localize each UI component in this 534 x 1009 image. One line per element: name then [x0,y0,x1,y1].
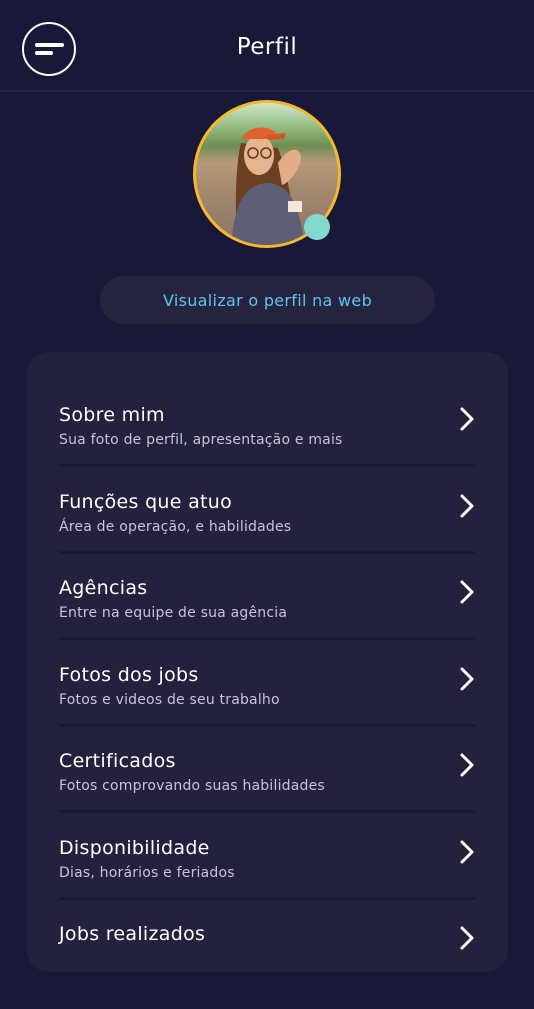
profile-menu-card: Sobre mim Sua foto de perfil, apresentaç… [27,352,508,972]
menu-item-label: Funções que atuo [59,491,233,513]
chevron-right-icon [460,407,474,431]
divider [59,637,475,640]
menu-item-certificados[interactable]: Certificados Fotos comprovando suas habi… [59,750,475,836]
chevron-right-icon [460,494,474,518]
menu-item-funcoes[interactable]: Funções que atuo Área de operação, e hab… [59,491,475,577]
menu-item-disponibilidade[interactable]: Disponibilidade Dias, horários e feriado… [59,837,475,923]
chevron-right-icon [460,753,474,777]
chevron-right-icon [460,926,474,950]
divider [59,724,475,727]
menu-item-label: Fotos dos jobs [59,664,199,686]
menu-item-agencias[interactable]: Agências Entre na equipe de sua agência [59,577,475,663]
view-profile-web-button[interactable]: Visualizar o perfil na web [100,276,435,324]
chevron-right-icon [460,667,474,691]
menu-item-label: Sobre mim [59,404,165,426]
menu-item-description: Fotos e videos de seu trabalho [59,692,280,708]
menu-item-description: Fotos comprovando suas habilidades [59,778,325,794]
menu-item-sobre-mim[interactable]: Sobre mim Sua foto de perfil, apresentaç… [59,404,475,490]
divider [59,551,475,554]
app-header: Perfil [0,0,534,92]
menu-item-jobs-realizados[interactable]: Jobs realizados [59,923,475,1009]
menu-item-description: Dias, horários e feriados [59,865,235,881]
divider [59,897,475,900]
menu-item-label: Jobs realizados [59,923,206,945]
menu-item-label: Agências [59,577,148,599]
chevron-right-icon [460,580,474,604]
divider [59,810,475,813]
menu-item-description: Entre na equipe de sua agência [59,605,288,621]
profile-avatar[interactable] [193,100,341,248]
chevron-right-icon [460,840,474,864]
menu-item-label: Certificados [59,750,176,772]
menu-item-label: Disponibilidade [59,837,210,859]
page-title: Perfil [236,34,298,60]
online-status-dot [304,214,330,240]
menu-item-description: Sua foto de perfil, apresentação e mais [59,432,343,448]
menu-item-description: Área de operação, e habilidades [59,519,292,535]
divider [59,464,475,467]
menu-item-fotos-jobs[interactable]: Fotos dos jobs Fotos e videos de seu tra… [59,664,475,750]
